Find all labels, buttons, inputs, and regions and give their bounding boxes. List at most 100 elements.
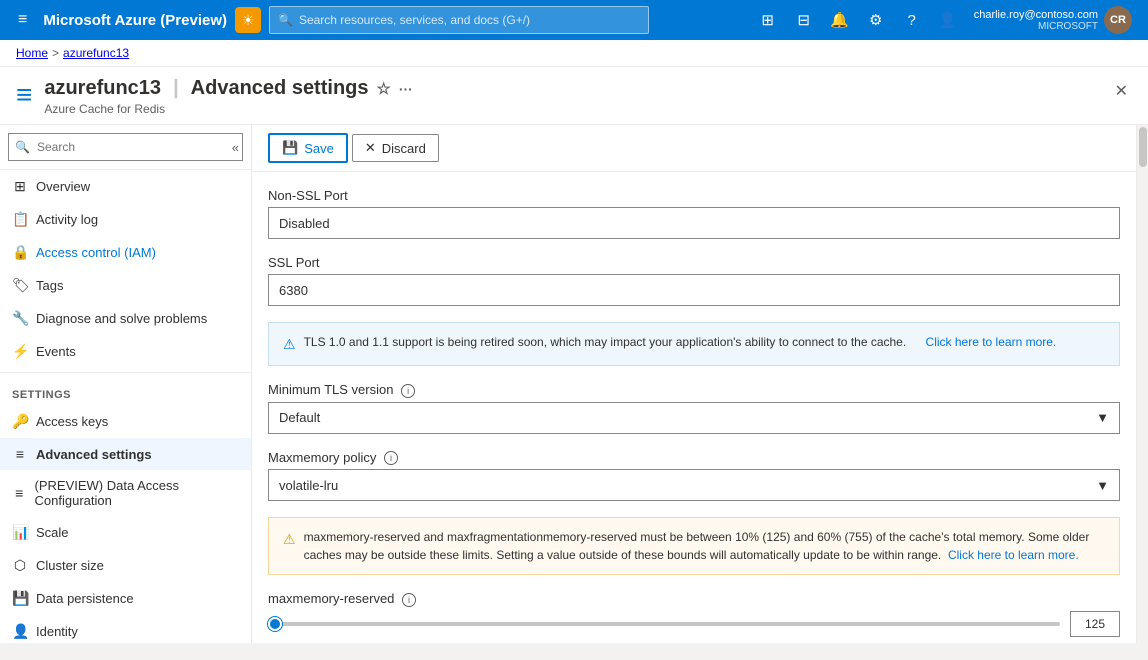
scale-icon: 📊 <box>12 524 28 541</box>
non-ssl-port-field: Non-SSL Port <box>268 188 1120 239</box>
search-icon: 🔍 <box>278 13 293 27</box>
nav-divider <box>0 372 251 373</box>
maxmemory-policy-label: Maxmemory policy i <box>268 450 1120 466</box>
breadcrumb-home[interactable]: Home <box>16 46 48 60</box>
tls-alert-link[interactable]: Click here to learn more. <box>926 333 1057 351</box>
sidebar: 🔍 « ⊞ Overview 📋 Activity log 🔒 Access c… <box>0 125 252 643</box>
overview-icon: ⊞ <box>12 178 28 195</box>
search-input[interactable] <box>8 133 243 161</box>
ssl-port-input[interactable] <box>268 274 1120 306</box>
azure-badge: ☀ <box>235 7 261 33</box>
sidebar-item-label: Data persistence <box>36 591 134 606</box>
save-label: Save <box>304 141 334 156</box>
maxmemory-alert: ⚠ maxmemory-reserved and maxfragmentatio… <box>268 517 1120 575</box>
sidebar-item-diagnose[interactable]: 🔧 Diagnose and solve problems <box>0 302 251 335</box>
notifications-icon[interactable]: 🔔 <box>824 4 856 36</box>
sidebar-item-label: Events <box>36 344 76 359</box>
maxmemory-reserved-value[interactable]: 125 <box>1070 611 1120 637</box>
feedback-icon[interactable]: 👤 <box>932 4 964 36</box>
sidebar-item-scale[interactable]: 📊 Scale <box>0 516 251 549</box>
sidebar-item-overview[interactable]: ⊞ Overview <box>0 170 251 203</box>
scrollbar[interactable] <box>1136 125 1148 643</box>
sidebar-item-label: Cluster size <box>36 558 104 573</box>
avatar: CR <box>1104 6 1132 34</box>
maxmemory-reserved-label: maxmemory-reserved i <box>268 591 1120 607</box>
chevron-down-icon: ▼ <box>1096 410 1109 425</box>
global-search[interactable]: 🔍 Search resources, services, and docs (… <box>269 6 649 34</box>
main-layout: 🔍 « ⊞ Overview 📋 Activity log 🔒 Access c… <box>0 125 1148 643</box>
sidebar-item-advanced-settings[interactable]: ≡ Advanced settings <box>0 438 251 470</box>
sidebar-item-label: Identity <box>36 624 78 639</box>
warning-icon: ⚠ <box>283 529 296 550</box>
resource-subtitle: Azure Cache for Redis <box>44 100 1098 124</box>
min-tls-info-icon[interactable]: i <box>401 384 415 398</box>
non-ssl-port-label: Non-SSL Port <box>268 188 1120 203</box>
app-title: Microsoft Azure (Preview) <box>43 12 227 29</box>
settings-section-header: Settings <box>0 377 251 405</box>
resource-info: azurefunc13 | Advanced settings ☆ ··· Az… <box>44 77 1098 124</box>
breadcrumb-resource[interactable]: azurefunc13 <box>63 46 129 60</box>
resource-icon: ≡ <box>16 79 32 111</box>
search-icon: 🔍 <box>15 140 30 154</box>
advanced-settings-icon: ≡ <box>12 446 28 462</box>
resource-name: azurefunc13 <box>44 77 161 100</box>
breadcrumb: Home > azurefunc13 <box>0 40 1148 67</box>
ssl-port-field: SSL Port <box>268 255 1120 306</box>
diagnose-icon: 🔧 <box>12 310 28 327</box>
save-button[interactable]: 💾 Save <box>268 133 348 163</box>
sidebar-item-label: Activity log <box>36 212 98 227</box>
discard-button[interactable]: ✕ Discard <box>352 134 439 162</box>
settings-icon[interactable]: ⚙ <box>860 4 892 36</box>
topbar: ≡ Microsoft Azure (Preview) ☀ 🔍 Search r… <box>0 0 1148 40</box>
content-scroll[interactable]: Non-SSL Port SSL Port ⚠ TLS 1.0 and 1.1 … <box>252 172 1136 643</box>
breadcrumb-sep1: > <box>52 46 59 60</box>
maxmemory-policy-info-icon[interactable]: i <box>384 451 398 465</box>
maxmemory-reserved-thumb[interactable] <box>268 617 282 631</box>
maxmemory-reserved-info-icon[interactable]: i <box>402 593 416 607</box>
sidebar-item-data-access[interactable]: ≡ (PREVIEW) Data Access Configuration <box>0 470 251 516</box>
maxmemory-policy-select[interactable]: volatile-lru ▼ <box>268 469 1120 501</box>
sidebar-item-label: Diagnose and solve problems <box>36 311 207 326</box>
user-menu[interactable]: charlie.roy@contoso.com MICROSOFT CR <box>968 6 1138 34</box>
cluster-size-icon: ⬡ <box>12 557 28 574</box>
ssl-port-label: SSL Port <box>268 255 1120 270</box>
sidebar-item-identity[interactable]: 👤 Identity <box>0 615 251 643</box>
data-access-icon: ≡ <box>12 485 27 501</box>
events-icon: ⚡ <box>12 343 28 360</box>
maxmemory-alert-link[interactable]: Click here to learn more. <box>948 548 1079 562</box>
access-control-icon: 🔒 <box>12 244 28 261</box>
close-icon[interactable]: ✕ <box>1111 77 1132 105</box>
min-tls-label: Minimum TLS version i <box>268 382 1120 398</box>
user-email: charlie.roy@contoso.com <box>974 9 1098 21</box>
more-icon[interactable]: ··· <box>399 81 413 97</box>
hamburger-icon[interactable]: ≡ <box>10 7 35 33</box>
identity-icon: 👤 <box>12 623 28 640</box>
scrollbar-thumb[interactable] <box>1139 127 1147 167</box>
sidebar-item-access-control[interactable]: 🔒 Access control (IAM) <box>0 236 251 269</box>
help-icon[interactable]: ? <box>896 4 928 36</box>
sidebar-item-data-persistence[interactable]: 💾 Data persistence <box>0 582 251 615</box>
sidebar-item-access-keys[interactable]: 🔑 Access keys <box>0 405 251 438</box>
sidebar-item-activity-log[interactable]: 📋 Activity log <box>0 203 251 236</box>
topbar-actions: ⊞ ⊟ 🔔 ⚙ ? 👤 charlie.roy@contoso.com MICR… <box>752 4 1138 36</box>
sidebar-collapse-icon[interactable]: « <box>232 140 239 155</box>
resource-title: azurefunc13 | Advanced settings ☆ ··· <box>44 77 1098 100</box>
discard-label: Discard <box>382 141 426 156</box>
discard-icon: ✕ <box>365 140 376 156</box>
activity-log-icon: 📋 <box>12 211 28 228</box>
sidebar-item-label: Scale <box>36 525 69 540</box>
min-tls-select[interactable]: Default ▼ <box>268 402 1120 434</box>
page-title: Advanced settings <box>191 77 369 100</box>
sidebar-item-label: Tags <box>36 278 63 293</box>
sidebar-item-tags[interactable]: 🏷 Tags <box>0 269 251 302</box>
portal-icon[interactable]: ⊞ <box>752 4 784 36</box>
sidebar-item-cluster-size[interactable]: ⬡ Cluster size <box>0 549 251 582</box>
star-icon[interactable]: ☆ <box>377 79 391 99</box>
sidebar-item-events[interactable]: ⚡ Events <box>0 335 251 368</box>
dashboard-icon[interactable]: ⊟ <box>788 4 820 36</box>
sidebar-item-label: Overview <box>36 179 90 194</box>
sidebar-item-label: Advanced settings <box>36 447 152 462</box>
non-ssl-port-input[interactable] <box>268 207 1120 239</box>
content-toolbar: 💾 Save ✕ Discard <box>252 125 1136 172</box>
maxmemory-reserved-track[interactable] <box>268 622 1060 626</box>
